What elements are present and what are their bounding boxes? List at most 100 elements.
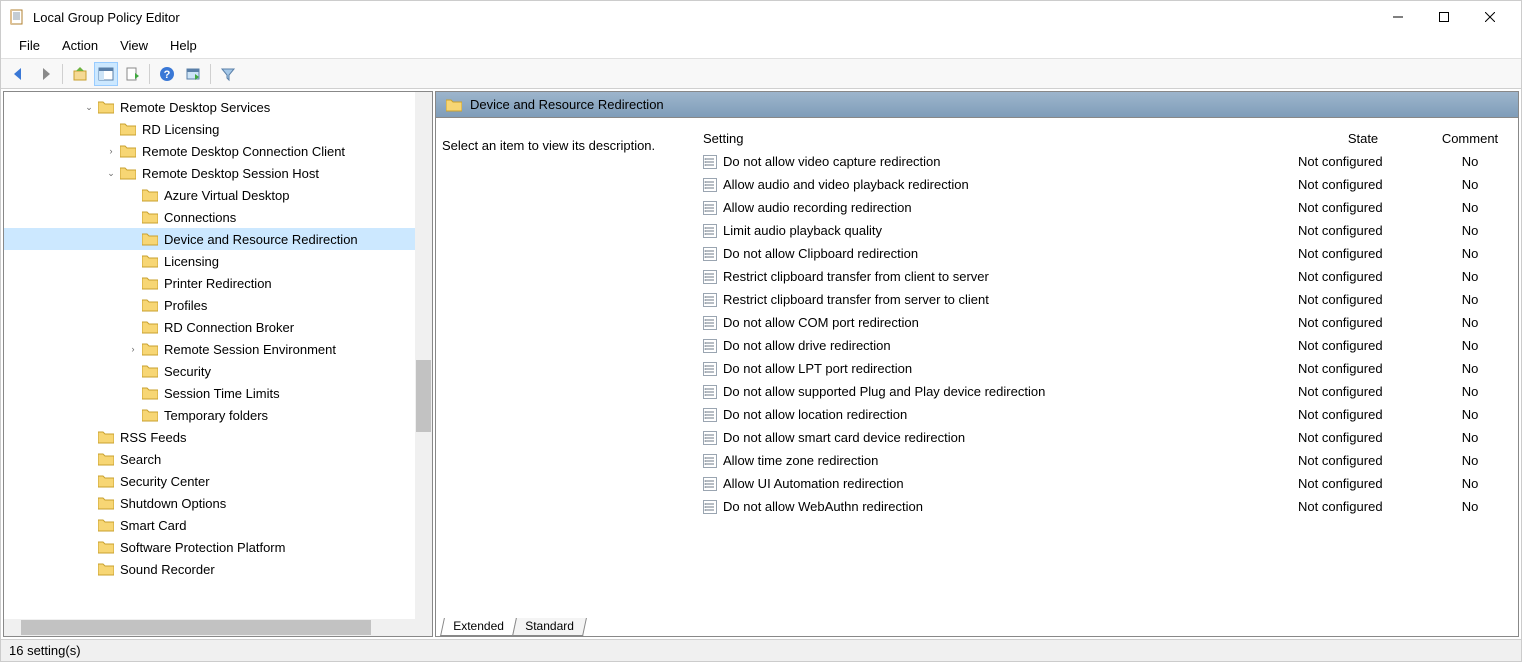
toolbar: ? [1,59,1521,89]
setting-name: Do not allow supported Plug and Play dev… [723,384,1045,399]
titlebar: Local Group Policy Editor [1,1,1521,33]
tab-extended[interactable]: Extended [440,618,517,636]
tree: ⌄Remote Desktop Services RD Licensing ›R… [4,92,432,580]
export-list-button[interactable] [120,62,144,86]
expand-icon[interactable]: › [104,144,118,158]
minimize-button[interactable] [1375,1,1421,33]
expand-icon[interactable]: › [126,342,140,356]
scrollbar-thumb[interactable] [21,620,371,635]
tree-node-connections[interactable]: Connections [4,206,432,228]
statusbar: 16 setting(s) [1,639,1521,661]
tree-vertical-scrollbar[interactable] [415,92,432,619]
tree-node-profiles[interactable]: Profiles [4,294,432,316]
setting-name: Do not allow Clipboard redirection [723,246,918,261]
setting-comment: No [1428,292,1512,307]
tree-node-rd-licensing[interactable]: RD Licensing [4,118,432,140]
setting-row[interactable]: Allow UI Automation redirectionNot confi… [703,472,1512,495]
setting-name: Allow time zone redirection [723,453,878,468]
menu-file[interactable]: File [9,36,50,55]
folder-icon [142,342,158,356]
maximize-button[interactable] [1421,1,1467,33]
tree-node-remote-session-environment[interactable]: ›Remote Session Environment [4,338,432,360]
tree-node-remote-desktop-services[interactable]: ⌄Remote Desktop Services [4,96,432,118]
column-header-setting[interactable]: Setting [703,131,1298,146]
tree-node-azure-virtual-desktop[interactable]: Azure Virtual Desktop [4,184,432,206]
setting-row[interactable]: Limit audio playback qualityNot configur… [703,219,1512,242]
help-button[interactable]: ? [155,62,179,86]
tree-node-session-time-limits[interactable]: Session Time Limits [4,382,432,404]
setting-name: Allow audio and video playback redirecti… [723,177,969,192]
scrollbar-thumb[interactable] [416,360,431,432]
folder-icon [120,166,136,180]
setting-row[interactable]: Do not allow location redirectionNot con… [703,403,1512,426]
policy-icon [703,155,717,169]
setting-comment: No [1428,430,1512,445]
folder-icon [98,540,114,554]
setting-row[interactable]: Do not allow Clipboard redirection Not co… [703,242,1512,265]
forward-button[interactable] [33,62,57,86]
up-button[interactable] [68,62,92,86]
column-header-state[interactable]: State [1298,131,1428,146]
setting-row[interactable]: Restrict clipboard transfer from server … [703,288,1512,311]
close-button[interactable] [1467,1,1513,33]
description-column: Select an item to view its description. [442,126,697,608]
setting-row[interactable]: Do not allow smart card device redirecti… [703,426,1512,449]
menu-help[interactable]: Help [160,36,207,55]
setting-state: Not configured [1298,246,1428,261]
tree-horizontal-scrollbar[interactable] [4,619,432,636]
setting-row[interactable]: Restrict clipboard transfer from client … [703,265,1512,288]
setting-row[interactable]: Do not allow WebAuthn redirectionNot con… [703,495,1512,518]
tree-node-printer-redirection[interactable]: Printer Redirection [4,272,432,294]
tree-node-rd-connection-broker[interactable]: RD Connection Broker [4,316,432,338]
tree-label: Azure Virtual Desktop [164,188,290,203]
show-hide-tree-button[interactable] [94,62,118,86]
description-text: Select an item to view its description. [442,138,697,153]
setting-row[interactable]: Allow audio recording redirectionNot con… [703,196,1512,219]
tree-node-rd-connection-client[interactable]: ›Remote Desktop Connection Client [4,140,432,162]
setting-row[interactable]: Do not allow supported Plug and Play dev… [703,380,1512,403]
tree-node-licensing[interactable]: Licensing [4,250,432,272]
setting-row[interactable]: Allow audio and video playback redirecti… [703,173,1512,196]
folder-icon [446,98,462,112]
folder-icon [142,276,158,290]
filter-button[interactable] [216,62,240,86]
tree-node-rss-feeds[interactable]: RSS Feeds [4,426,432,448]
menu-view[interactable]: View [110,36,158,55]
tree-label: Printer Redirection [164,276,272,291]
tree-label: Connections [164,210,236,225]
tree-node-shutdown-options[interactable]: Shutdown Options [4,492,432,514]
tree-label: Temporary folders [164,408,268,423]
tree-node-smart-card[interactable]: Smart Card [4,514,432,536]
details-header-title: Device and Resource Redirection [470,97,664,112]
setting-row[interactable]: Allow time zone redirectionNot configure… [703,449,1512,472]
back-button[interactable] [7,62,31,86]
folder-icon [120,122,136,136]
setting-name: Allow UI Automation redirection [723,476,904,491]
column-header-comment[interactable]: Comment [1428,131,1512,146]
tree-label: RD Connection Broker [164,320,294,335]
tree-node-temporary-folders[interactable]: Temporary folders [4,404,432,426]
setting-name: Do not allow WebAuthn redirection [723,499,923,514]
collapse-icon[interactable]: ⌄ [82,100,96,114]
setting-row[interactable]: Do not allow COM port redirectionNot con… [703,311,1512,334]
setting-name: Restrict clipboard transfer from client … [723,269,989,284]
tree-node-security[interactable]: Security [4,360,432,382]
tree-node-security-center[interactable]: Security Center [4,470,432,492]
tree-node-search[interactable]: Search [4,448,432,470]
tree-label: Smart Card [120,518,186,533]
tab-standard[interactable]: Standard [512,618,587,636]
folder-icon [142,364,158,378]
setting-name: Do not allow smart card device redirecti… [723,430,965,445]
menu-action[interactable]: Action [52,36,108,55]
tree-node-rd-session-host[interactable]: ⌄Remote Desktop Session Host [4,162,432,184]
details-panel: Device and Resource Redirection Select a… [435,91,1519,637]
setting-row[interactable]: Do not allow drive redirectionNot config… [703,334,1512,357]
properties-button[interactable] [181,62,205,86]
collapse-icon[interactable]: ⌄ [104,166,118,180]
tree-node-device-resource-redirection[interactable]: Device and Resource Redirection [4,228,432,250]
tree-node-software-protection-platform[interactable]: Software Protection Platform [4,536,432,558]
setting-row[interactable]: Do not allow video capture redirectionNo… [703,150,1512,173]
toolbar-separator [149,64,150,84]
setting-row[interactable]: Do not allow LPT port redirectionNot con… [703,357,1512,380]
tree-node-sound-recorder[interactable]: Sound Recorder [4,558,432,580]
